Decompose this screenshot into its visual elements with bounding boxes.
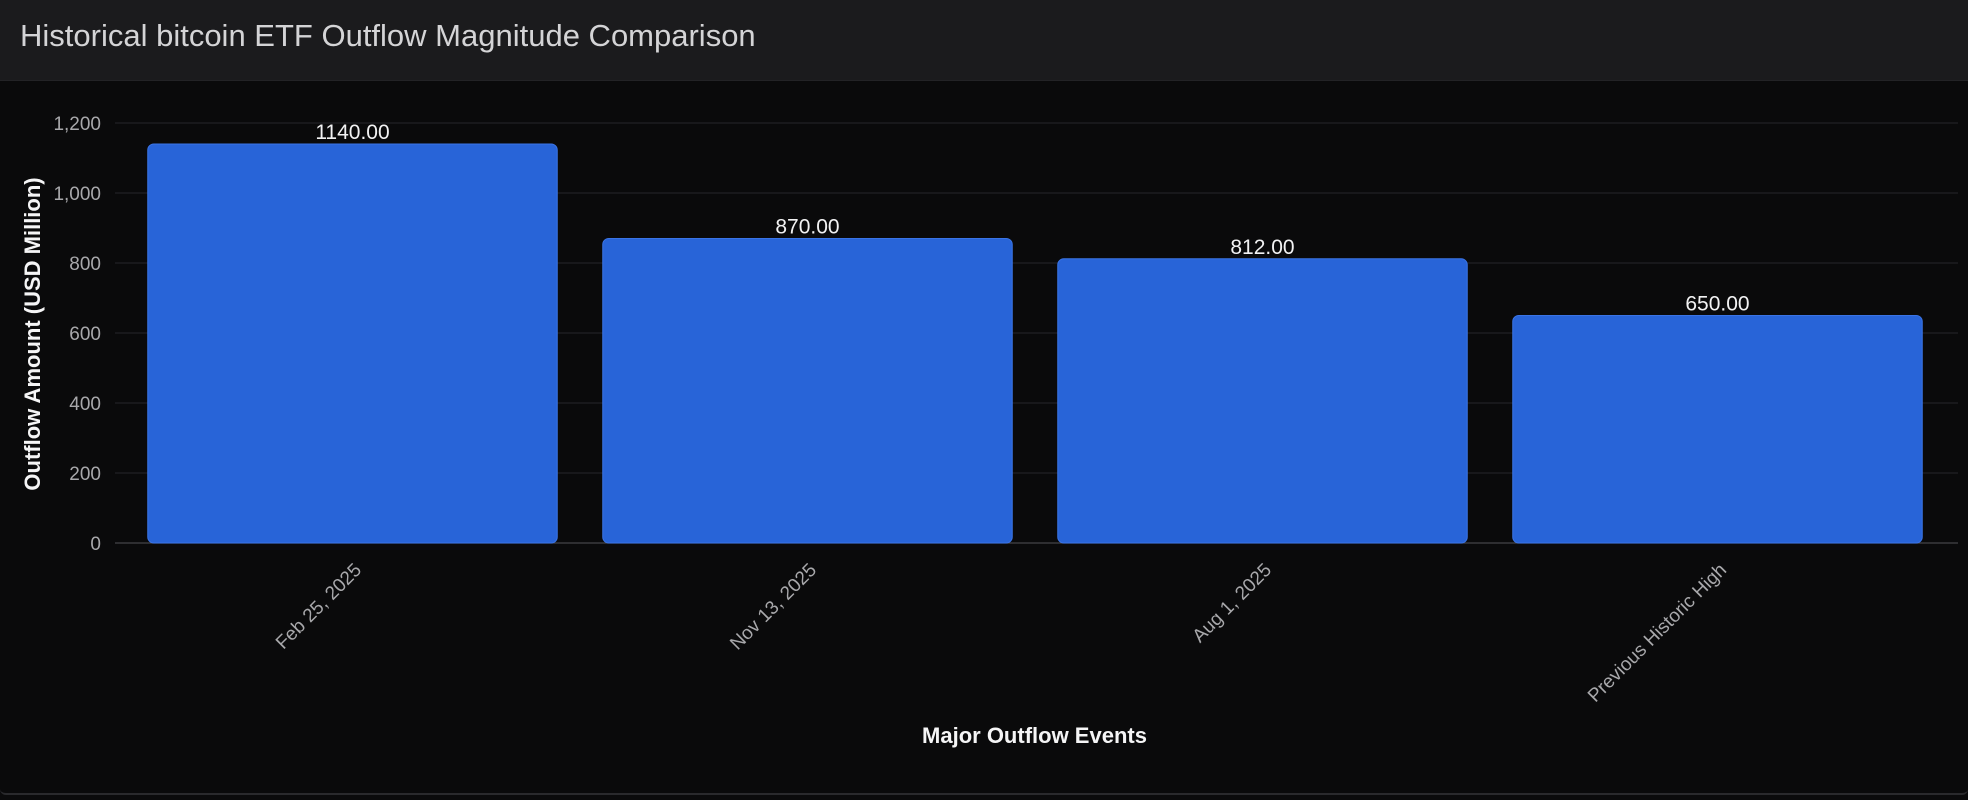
bar-value-label: 870.00 (775, 216, 839, 239)
y-tick-label: 800 (69, 254, 101, 275)
chart-panel: Historical bitcoin ETF Outflow Magnitude… (0, 0, 1968, 795)
bars (147, 143, 1923, 544)
bar[interactable] (602, 238, 1013, 544)
bar[interactable] (1512, 315, 1923, 544)
x-axis-title: Major Outflow Events (922, 723, 1147, 748)
bar-value-label: 812.00 (1230, 236, 1294, 259)
y-tick-label: 1,200 (53, 114, 101, 135)
bar-chart: 0 200 400 600 800 1,000 1,200 1140.00 870.00 812… (20, 114, 1958, 748)
y-tick-label: 600 (69, 324, 101, 345)
bar-value-label: 650.00 (1685, 293, 1749, 316)
x-tick-label: Previous Historic High (1584, 560, 1731, 707)
y-tick-label: 400 (69, 394, 101, 415)
bar-value-label: 1140.00 (315, 121, 389, 144)
y-axis-title: Outflow Amount (USD Million) (20, 177, 45, 490)
bar[interactable] (147, 143, 558, 544)
chart-area: 0 200 400 600 800 1,000 1,200 1140.00 870.00 812… (0, 81, 1968, 793)
x-tick-label: Nov 13, 2025 (726, 560, 821, 655)
x-tick-label: Feb 25, 2025 (272, 560, 366, 654)
x-tick-label: Aug 1, 2025 (1189, 560, 1276, 647)
y-tick-label: 0 (90, 534, 101, 555)
y-tick-label: 1,000 (53, 184, 101, 205)
chart-header: Historical bitcoin ETF Outflow Magnitude… (0, 0, 1968, 81)
chart-title: Historical bitcoin ETF Outflow Magnitude… (20, 18, 756, 53)
y-axis-ticks: 0 200 400 600 800 1,000 1,200 (53, 114, 101, 555)
x-axis-ticks: Feb 25, 2025 Nov 13, 2025 Aug 1, 2025 Previ… (272, 560, 1731, 707)
y-tick-label: 200 (69, 464, 101, 485)
bar[interactable] (1057, 258, 1468, 544)
